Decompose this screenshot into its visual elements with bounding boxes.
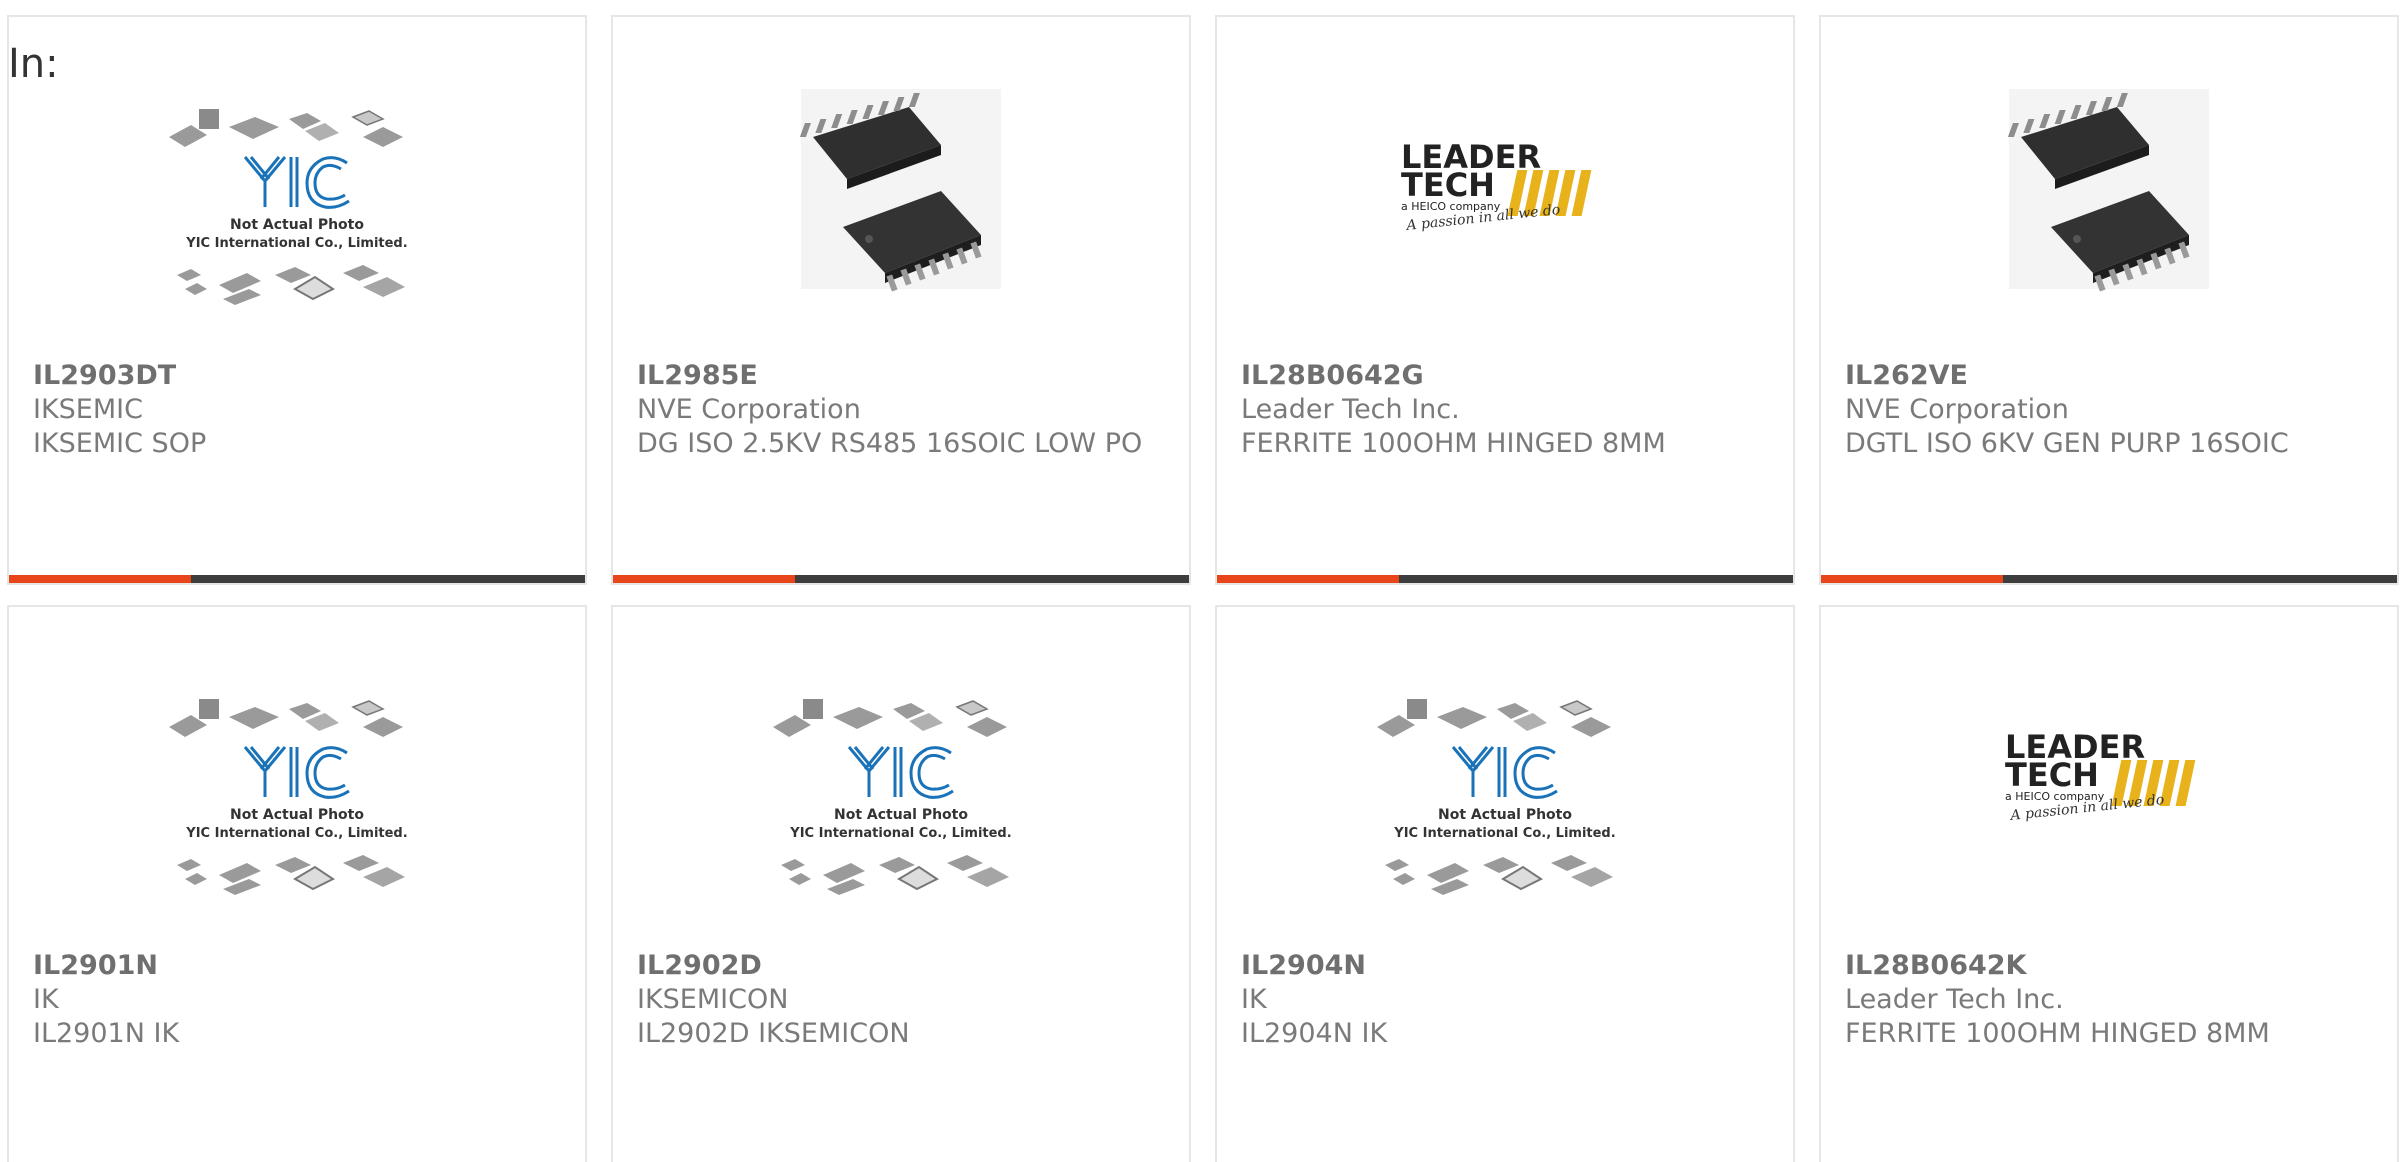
part-number-link[interactable]: IL28B0642G [1241,359,1773,393]
manufacturer: IK [1241,984,1267,1015]
card-footer-bar [613,575,1189,583]
product-image[interactable]: LEADER TECH a HEICO company A passion in… [1821,669,2397,959]
svg-text:YIC International Co., Limited: YIC International Co., Limited. [185,826,407,841]
manufacturer: IKSEMICON [637,984,789,1015]
yic-placeholder-image: Not Actual Photo YIC International Co., … [157,79,408,319]
card-accent [9,575,191,583]
description: IKSEMIC SOP [33,428,207,459]
description: IL2901N IK [33,1018,180,1049]
description: DGTL ISO 6KV GEN PURP 16SOIC [1845,428,2289,459]
soic-chip-image [1999,79,2219,299]
product-card[interactable]: LEADER TECH a HEICO company A passion in… [1215,15,1795,585]
product-image[interactable] [1821,79,2397,369]
manufacturer: IK [33,984,59,1015]
part-number-link[interactable]: IL262VE [1845,359,2377,393]
product-card[interactable]: Not Actual Photo YIC International Co., … [7,605,587,1162]
manufacturer: NVE Corporation [1845,394,2069,425]
manufacturer: IKSEMIC [33,394,143,425]
yic-placeholder-image: Not Actual Photo YIC International Co., … [1365,669,1616,909]
product-image[interactable]: Not Actual Photo YIC International Co., … [1217,669,1793,959]
yic-placeholder-image: Not Actual Photo YIC International Co., … [157,669,408,909]
description: FERRITE 100OHM HINGED 8MM [1241,428,1666,459]
part-number-link[interactable]: IL2902D [637,949,1169,983]
card-accent [1821,575,2003,583]
svg-text:Not Actual Photo: Not Actual Photo [230,217,364,233]
product-card[interactable]: IL262VE NVE Corporation DGTL ISO 6KV GEN… [1819,15,2399,585]
product-image[interactable]: LEADER TECH a HEICO company A passion in… [1217,79,1793,369]
product-image[interactable]: Not Actual Photo YIC International Co., … [9,669,585,959]
part-number-link[interactable]: IL2903DT [33,359,565,393]
product-card[interactable]: Not Actual Photo YIC International Co., … [7,15,587,585]
description: IL2902D IKSEMICON [637,1018,910,1049]
part-number-link[interactable]: IL28B0642K [1845,949,2377,983]
manufacturer: Leader Tech Inc. [1241,394,1460,425]
manufacturer: NVE Corporation [637,394,861,425]
soic-chip-image [791,79,1011,299]
product-card[interactable]: Not Actual Photo YIC International Co., … [611,605,1191,1162]
product-card[interactable]: Not Actual Photo YIC International Co., … [1215,605,1795,1162]
product-card[interactable]: IL2985E NVE Corporation DG ISO 2.5KV RS4… [611,15,1191,585]
svg-text:YIC International Co., Limited: YIC International Co., Limited. [185,236,407,251]
description: DG ISO 2.5KV RS485 16SOIC LOW PO [637,428,1143,459]
product-card[interactable]: LEADER TECH a HEICO company A passion in… [1819,605,2399,1162]
leader-tech-logo: LEADER TECH a HEICO company A passion in… [2005,728,2219,824]
card-accent [1217,575,1399,583]
svg-text:YIC International Co., Limited: YIC International Co., Limited. [789,826,1011,841]
manufacturer: Leader Tech Inc. [1845,984,2064,1015]
product-image[interactable] [613,79,1189,369]
svg-text:TECH: TECH [1401,166,1495,204]
card-footer-bar [1821,575,2397,583]
svg-text:Not Actual Photo: Not Actual Photo [834,807,968,823]
description: IL2904N IK [1241,1018,1388,1049]
part-number-link[interactable]: IL2901N [33,949,565,983]
svg-text:Not Actual Photo: Not Actual Photo [1438,807,1572,823]
filter-label: In: [8,41,59,87]
product-image[interactable]: Not Actual Photo YIC International Co., … [9,79,585,369]
svg-text:YIC International Co., Limited: YIC International Co., Limited. [1393,826,1615,841]
svg-text:Not Actual Photo: Not Actual Photo [230,807,364,823]
part-number-link[interactable]: IL2904N [1241,949,1773,983]
product-grid-page: In: Not Actual Photo YIC International C… [0,0,2400,1162]
leader-tech-logo: LEADER TECH a HEICO company A passion in… [1401,138,1615,234]
card-footer-bar [9,575,585,583]
yic-placeholder-image: Not Actual Photo YIC International Co., … [761,669,1012,909]
product-image[interactable]: Not Actual Photo YIC International Co., … [613,669,1189,959]
card-footer-bar [1217,575,1793,583]
svg-text:TECH: TECH [2005,756,2099,794]
description: FERRITE 100OHM HINGED 8MM [1845,1018,2270,1049]
part-number-link[interactable]: IL2985E [637,359,1169,393]
card-accent [613,575,795,583]
